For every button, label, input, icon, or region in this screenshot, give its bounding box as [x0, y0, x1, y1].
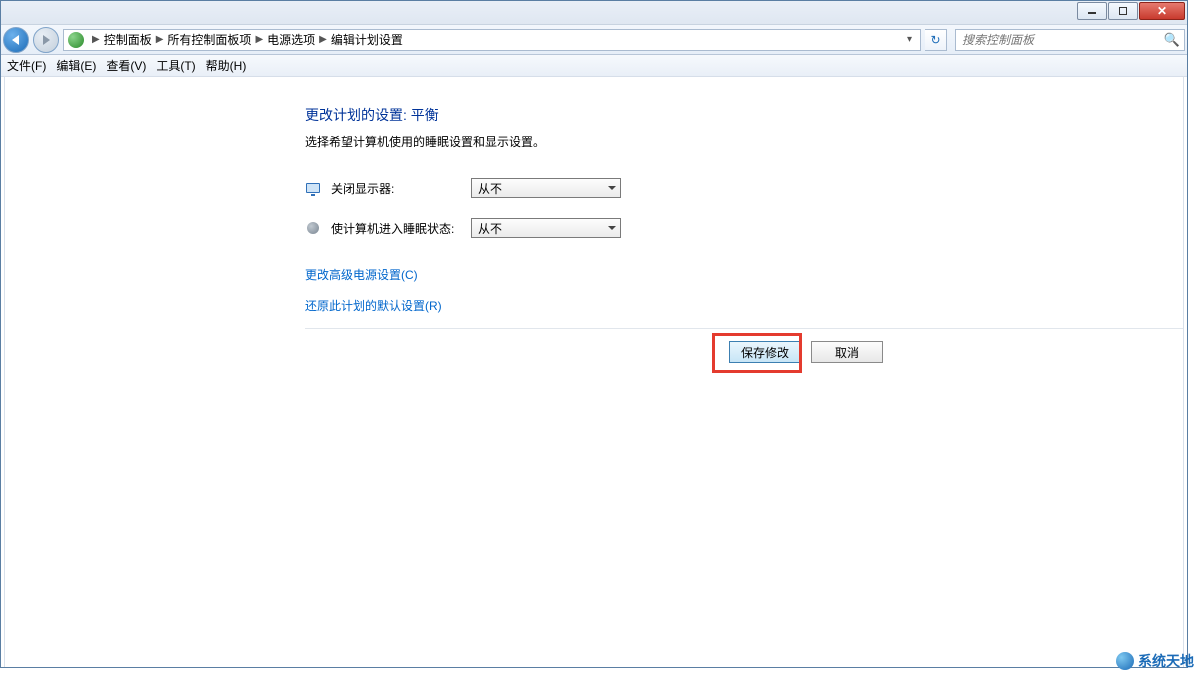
page-title: 更改计划的设置: 平衡 [305, 105, 1183, 125]
sleep-label: 使计算机进入睡眠状态: [331, 220, 461, 237]
monitor-icon [305, 180, 321, 196]
cancel-button[interactable]: 取消 [811, 341, 883, 363]
advanced-power-settings-link[interactable]: 更改高级电源设置(C) [305, 266, 1183, 283]
display-off-label: 关闭显示器: [331, 180, 461, 197]
menu-help[interactable]: 帮助(H) [206, 57, 247, 74]
back-arrow-icon [12, 35, 19, 45]
content-area: 更改计划的设置: 平衡 选择希望计算机使用的睡眠设置和显示设置。 关闭显示器: … [4, 77, 1184, 667]
page-subtitle: 选择希望计算机使用的睡眠设置和显示设置。 [305, 133, 1183, 150]
window-titlebar: ✕ [1, 1, 1187, 25]
breadcrumb-separator-icon: ▶ [251, 34, 267, 45]
sleep-icon [305, 220, 321, 236]
breadcrumb[interactable]: ▶ 控制面板 ▶ 所有控制面板项 ▶ 电源选项 ▶ 编辑计划设置 ▾ [63, 29, 921, 51]
breadcrumb-item[interactable]: 控制面板 [104, 31, 152, 48]
control-panel-window: ✕ ▶ 控制面板 ▶ 所有控制面板项 ▶ 电源选项 ▶ 编辑计划设置 ▾ ↻ 🔍… [0, 0, 1188, 668]
breadcrumb-separator-icon: ▶ [315, 34, 331, 45]
chevron-down-icon [608, 186, 616, 190]
refresh-button[interactable]: ↻ [925, 29, 947, 51]
search-icon[interactable]: 🔍 [1164, 32, 1180, 48]
menu-view[interactable]: 查看(V) [106, 57, 146, 74]
chevron-down-icon [608, 226, 616, 230]
setting-row-sleep: 使计算机进入睡眠状态: 从不 [305, 218, 1183, 238]
minimize-icon [1088, 12, 1096, 14]
breadcrumb-dropdown-icon[interactable]: ▾ [903, 34, 916, 45]
save-button[interactable]: 保存修改 [729, 341, 801, 363]
maximize-button[interactable] [1108, 2, 1138, 20]
menu-file[interactable]: 文件(F) [7, 57, 46, 74]
control-panel-icon [68, 32, 84, 48]
window-controls: ✕ [1077, 2, 1185, 20]
search-box[interactable]: 🔍 [955, 29, 1185, 51]
sleep-dropdown[interactable]: 从不 [471, 218, 621, 238]
setting-row-display: 关闭显示器: 从不 [305, 178, 1183, 198]
nav-back-button[interactable] [3, 27, 29, 53]
breadcrumb-item[interactable]: 电源选项 [267, 31, 315, 48]
display-off-value: 从不 [478, 180, 502, 197]
button-row: 保存修改 取消 [305, 328, 1183, 375]
breadcrumb-item[interactable]: 编辑计划设置 [331, 31, 403, 48]
restore-defaults-link[interactable]: 还原此计划的默认设置(R) [305, 297, 1183, 314]
menu-edit[interactable]: 编辑(E) [56, 57, 96, 74]
navigation-bar: ▶ 控制面板 ▶ 所有控制面板项 ▶ 电源选项 ▶ 编辑计划设置 ▾ ↻ 🔍 [1, 25, 1187, 55]
links-section: 更改高级电源设置(C) 还原此计划的默认设置(R) [305, 266, 1183, 314]
close-icon: ✕ [1157, 5, 1167, 17]
nav-forward-button[interactable] [33, 27, 59, 53]
breadcrumb-separator-icon: ▶ [88, 34, 104, 45]
search-input[interactable] [960, 32, 1164, 48]
watermark: 系统天地 [1116, 651, 1194, 671]
menu-tools[interactable]: 工具(T) [156, 57, 195, 74]
menu-bar: 文件(F) 编辑(E) 查看(V) 工具(T) 帮助(H) [1, 55, 1187, 77]
maximize-icon [1119, 7, 1127, 15]
breadcrumb-item[interactable]: 所有控制面板项 [167, 31, 251, 48]
globe-icon [1116, 652, 1134, 670]
sleep-value: 从不 [478, 220, 502, 237]
display-off-dropdown[interactable]: 从不 [471, 178, 621, 198]
content-wrapper: 更改计划的设置: 平衡 选择希望计算机使用的睡眠设置和显示设置。 关闭显示器: … [1, 77, 1187, 667]
breadcrumb-separator-icon: ▶ [152, 34, 168, 45]
minimize-button[interactable] [1077, 2, 1107, 20]
forward-arrow-icon [43, 35, 50, 45]
watermark-text: 系统天地 [1138, 651, 1194, 671]
close-button[interactable]: ✕ [1139, 2, 1185, 20]
